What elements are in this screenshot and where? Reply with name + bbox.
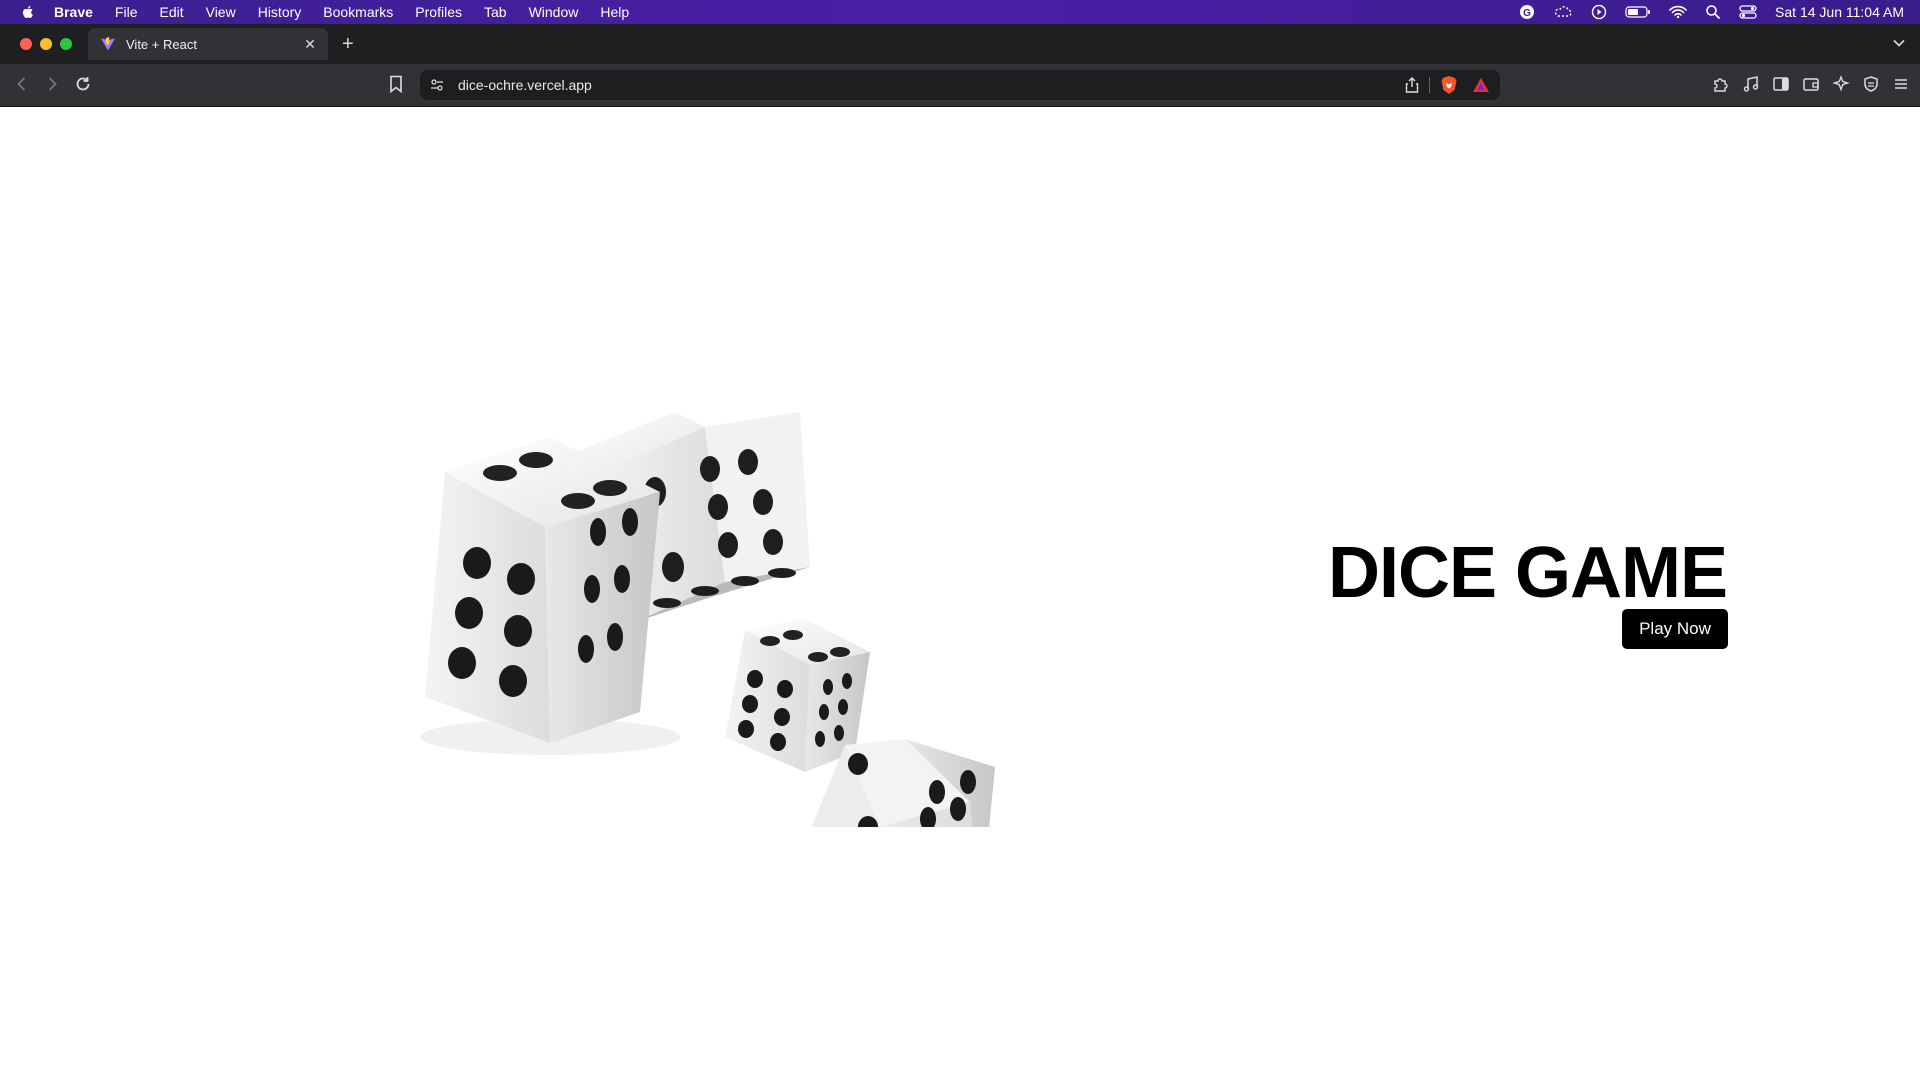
toolbar-right-icons xyxy=(1712,75,1910,93)
tab-close-icon[interactable]: ✕ xyxy=(302,36,318,53)
window-zoom-button[interactable] xyxy=(60,38,72,50)
browser-tab-active[interactable]: Vite + React ✕ xyxy=(88,28,328,60)
grammarly-icon[interactable]: G xyxy=(1519,4,1535,20)
spotlight-search-icon[interactable] xyxy=(1705,4,1721,20)
back-arrow-icon[interactable] xyxy=(14,75,30,93)
macos-menu-bar: Brave File Edit View History Bookmarks P… xyxy=(0,0,1920,24)
leo-ai-icon[interactable] xyxy=(1832,75,1850,93)
address-bar[interactable]: dice-ochre.vercel.app xyxy=(420,70,1500,100)
new-tab-button[interactable]: + xyxy=(342,32,354,56)
menu-profiles[interactable]: Profiles xyxy=(415,4,462,20)
menu-history[interactable]: History xyxy=(258,4,302,20)
dice-illustration xyxy=(420,412,995,827)
tab-title: Vite + React xyxy=(126,36,197,52)
menu-edit[interactable]: Edit xyxy=(159,4,183,20)
battery-icon[interactable] xyxy=(1625,5,1651,19)
play-icon[interactable] xyxy=(1591,4,1607,20)
window-close-button[interactable] xyxy=(20,38,32,50)
svg-text:G: G xyxy=(1523,8,1531,19)
media-music-icon[interactable] xyxy=(1742,75,1760,93)
control-center-icon[interactable] xyxy=(1739,4,1757,20)
vite-icon xyxy=(101,37,115,51)
vpn-shield-icon[interactable] xyxy=(1862,75,1880,93)
play-now-button[interactable]: Play Now xyxy=(1622,609,1728,649)
brave-rewards-icon[interactable] xyxy=(1472,77,1490,93)
cloud-sync-icon[interactable] xyxy=(1553,4,1573,20)
menu-tab[interactable]: Tab xyxy=(484,4,507,20)
share-icon[interactable] xyxy=(1405,77,1419,93)
menu-bookmarks[interactable]: Bookmarks xyxy=(323,4,393,20)
page-title: DICE GAME xyxy=(1327,533,1728,613)
menu-file[interactable]: File xyxy=(115,4,138,20)
extensions-icon[interactable] xyxy=(1712,75,1730,93)
browser-toolbar: dice-ochre.vercel.app xyxy=(0,64,1920,107)
menu-help[interactable]: Help xyxy=(600,4,629,20)
site-settings-icon[interactable] xyxy=(430,78,444,92)
sidebar-toggle-icon[interactable] xyxy=(1772,75,1790,93)
url-text[interactable]: dice-ochre.vercel.app xyxy=(458,77,1405,93)
menu-app-name[interactable]: Brave xyxy=(54,4,93,20)
wallet-icon[interactable] xyxy=(1802,75,1820,93)
window-minimize-button[interactable] xyxy=(40,38,52,50)
bookmark-icon[interactable] xyxy=(389,75,403,93)
apple-icon[interactable] xyxy=(20,4,36,20)
wifi-icon[interactable] xyxy=(1669,5,1687,19)
menubar-clock[interactable]: Sat 14 Jun 11:04 AM xyxy=(1775,4,1904,20)
forward-arrow-icon[interactable] xyxy=(44,75,60,93)
tab-strip: Vite + React ✕ + xyxy=(0,24,1920,64)
main-menu-icon[interactable] xyxy=(1892,75,1910,93)
menu-window[interactable]: Window xyxy=(529,4,579,20)
menu-view[interactable]: View xyxy=(206,4,236,20)
web-page: DICE GAME Play Now xyxy=(0,107,1920,1080)
urlbar-divider xyxy=(1429,77,1430,93)
brave-shields-icon[interactable] xyxy=(1440,75,1458,95)
tab-search-chevron-icon[interactable] xyxy=(1892,36,1906,50)
die-large xyxy=(420,437,680,755)
reload-icon[interactable] xyxy=(74,75,92,93)
